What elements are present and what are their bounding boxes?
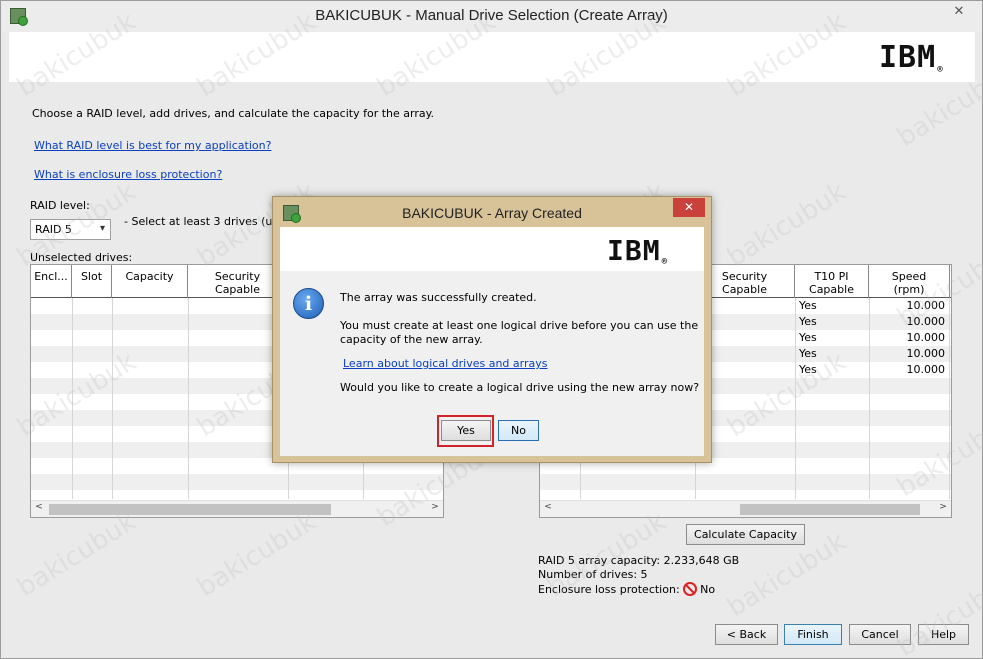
no-button[interactable]: No xyxy=(498,420,539,441)
dialog-instruction-line-1: You must create at least one logical dri… xyxy=(340,319,699,332)
column-header-t10pi[interactable]: T10 PI Capable xyxy=(795,265,869,298)
yes-button-highlight xyxy=(437,415,494,447)
table-row[interactable] xyxy=(540,474,951,490)
t10-capable-cell: Yes xyxy=(799,315,817,328)
finish-button[interactable]: Finish xyxy=(784,624,842,645)
dialog-instruction-line-2: capacity of the new array. xyxy=(340,333,483,346)
ibm-registered-mark: ® xyxy=(937,65,944,75)
drive-count-text: Number of drives: 5 xyxy=(538,568,648,581)
t10-capable-cell: Yes xyxy=(799,299,817,312)
ibm-registered-mark: ® xyxy=(661,257,668,267)
enclosure-protection-row: Enclosure loss protection: No xyxy=(538,582,715,596)
enclosure-protection-value: No xyxy=(700,583,716,596)
speed-cell: 10.000 xyxy=(906,315,946,328)
array-capacity-text: RAID 5 array capacity: 2.233,648 GB xyxy=(538,554,740,567)
header-banner: IBM® xyxy=(9,32,975,82)
column-header-enclosure[interactable]: Encl... xyxy=(31,265,72,298)
scroll-right-icon[interactable]: > xyxy=(936,502,950,512)
dialog-header-banner: IBM® xyxy=(280,227,704,271)
help-button[interactable]: Help xyxy=(918,624,969,645)
raid-level-label: RAID level: xyxy=(30,199,90,212)
raid-help-link[interactable]: What RAID level is best for my applicati… xyxy=(34,139,271,152)
enclosure-help-link[interactable]: What is enclosure loss protection? xyxy=(34,168,222,181)
close-icon[interactable]: ✕ xyxy=(944,2,974,22)
column-header-speed[interactable]: Speed (rpm) xyxy=(869,265,950,298)
t10-capable-cell: Yes xyxy=(799,331,817,344)
scroll-left-icon[interactable]: < xyxy=(32,502,46,512)
speed-cell: 10.000 xyxy=(906,299,946,312)
dialog-close-icon[interactable]: ✕ xyxy=(673,198,705,217)
chevron-down-icon: ▾ xyxy=(99,223,105,234)
ibm-logo-text: IBM xyxy=(879,40,937,75)
ibm-logo: IBM® xyxy=(879,40,944,75)
unselected-drives-label: Unselected drives: xyxy=(30,251,133,264)
enclosure-protection-label: Enclosure loss protection: xyxy=(538,583,680,596)
speed-cell: 10.000 xyxy=(906,331,946,344)
prohibited-icon xyxy=(683,582,698,596)
raid-level-value: RAID 5 xyxy=(35,223,72,236)
cancel-button[interactable]: Cancel xyxy=(849,624,911,645)
dialog-success-text: The array was successfully created. xyxy=(340,291,537,304)
t10-capable-cell: Yes xyxy=(799,347,817,360)
grid-divider xyxy=(112,298,113,499)
scroll-left-icon[interactable]: < xyxy=(541,502,555,512)
back-button[interactable]: < Back xyxy=(715,624,778,645)
horizontal-scrollbar[interactable]: < > xyxy=(31,500,443,517)
ibm-logo-text: IBM xyxy=(607,234,661,267)
info-icon: i xyxy=(293,288,324,319)
grid-divider xyxy=(795,298,796,499)
grid-divider xyxy=(72,298,73,499)
title-bar[interactable]: BAKICUBUK - Manual Drive Selection (Crea… xyxy=(1,1,982,32)
column-header-slot[interactable]: Slot xyxy=(72,265,112,298)
raid-hint-text: - Select at least 3 drives (up to xyxy=(124,215,294,228)
speed-cell: 10.000 xyxy=(906,347,946,360)
speed-cell: 10.000 xyxy=(906,363,946,376)
scroll-thumb[interactable] xyxy=(740,504,920,515)
grid-divider xyxy=(188,298,189,499)
dialog-title: BAKICUBUK - Array Created xyxy=(402,205,582,221)
raid-level-select[interactable]: RAID 5 ▾ xyxy=(30,219,111,240)
ibm-logo: IBM® xyxy=(607,234,668,267)
table-row[interactable] xyxy=(31,474,443,490)
horizontal-scrollbar[interactable]: < > xyxy=(540,500,951,517)
instructions-text: Choose a RAID level, add drives, and cal… xyxy=(32,107,435,120)
window-title: BAKICUBUK - Manual Drive Selection (Crea… xyxy=(315,7,668,24)
t10-capable-cell: Yes xyxy=(799,363,817,376)
scroll-right-icon[interactable]: > xyxy=(428,502,442,512)
calculate-capacity-button[interactable]: Calculate Capacity xyxy=(686,524,805,545)
scroll-thumb[interactable] xyxy=(49,504,331,515)
column-header-capacity[interactable]: Capacity xyxy=(112,265,188,298)
logical-drives-link[interactable]: Learn about logical drives and arrays xyxy=(343,357,547,371)
grid-divider xyxy=(869,298,870,499)
grid-divider xyxy=(949,298,950,499)
dialog-question-text: Would you like to create a logical drive… xyxy=(340,381,700,394)
